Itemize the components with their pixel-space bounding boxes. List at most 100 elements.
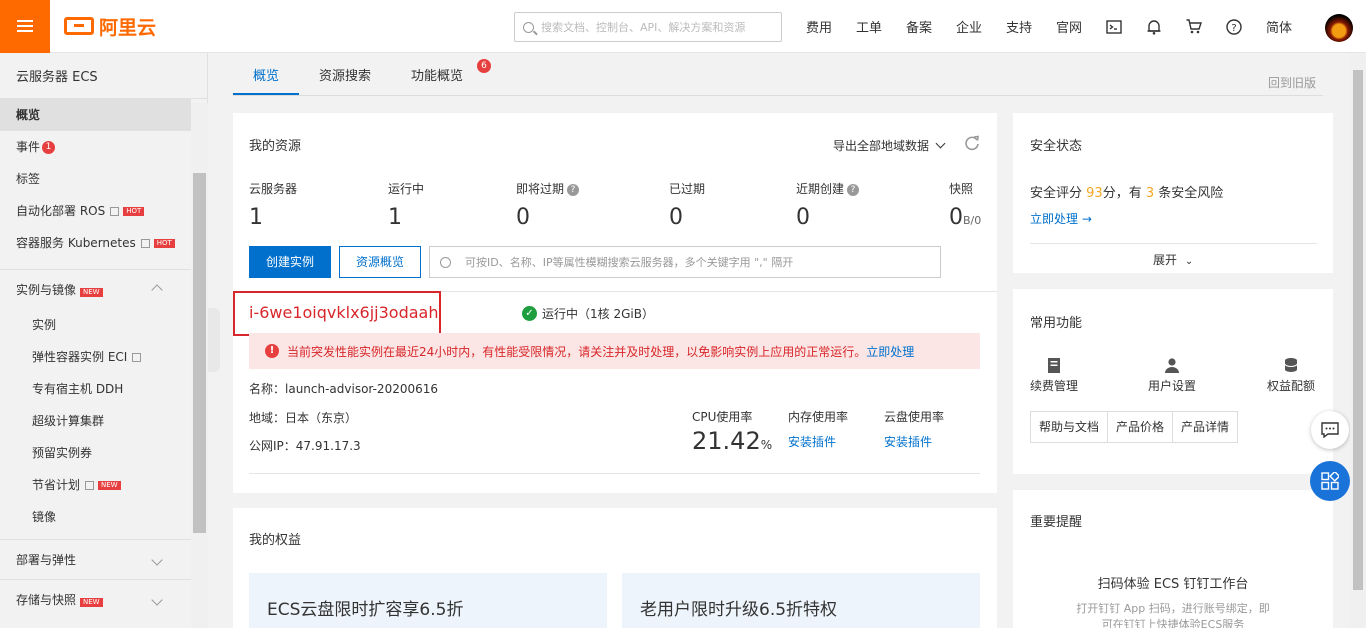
- stat-expired[interactable]: 已过期 0: [669, 180, 705, 230]
- refresh-icon[interactable]: [964, 135, 980, 154]
- events-count-badge: 1: [42, 140, 56, 154]
- sidebar-item-overview[interactable]: 概览: [0, 99, 191, 131]
- sidebar-item-ddh[interactable]: 专有宿主机 DDH: [0, 373, 191, 405]
- sidebar-item-instances[interactable]: 实例: [0, 309, 191, 341]
- feature-count-badge: 6: [477, 59, 492, 73]
- sidebar-item-eci[interactable]: 弹性容器实例 ECI: [0, 341, 191, 373]
- menu-icon[interactable]: [0, 0, 50, 53]
- renewal-management[interactable]: 续费管理: [1030, 357, 1078, 394]
- sidebar-scroll-thumb[interactable]: [193, 173, 206, 533]
- resources-title: 我的资源: [249, 139, 302, 154]
- sidebar-group-deploy[interactable]: 部署与弹性: [0, 539, 191, 579]
- external-link-icon: [132, 352, 142, 362]
- instance-id-link[interactable]: i-6we1oiqvklx6jj3odaah: [233, 291, 441, 336]
- nav-ticket[interactable]: 工单: [844, 17, 894, 36]
- security-action-link[interactable]: 立即处理 →: [1030, 210, 1092, 227]
- instance-public-ip: 公网IP：47.91.17.3: [249, 439, 361, 453]
- chat-icon: [1321, 422, 1339, 438]
- nav-official-site[interactable]: 官网: [1044, 17, 1094, 36]
- external-link-icon: [85, 480, 95, 490]
- stat-running[interactable]: 运行中 1: [388, 180, 424, 230]
- sidebar-item-reserved[interactable]: 预留实例券: [0, 437, 191, 469]
- create-instance-button[interactable]: 创建实例: [249, 246, 331, 278]
- stat-recent[interactable]: 近期创建? 0: [796, 180, 860, 230]
- help-icon[interactable]: ?: [1214, 18, 1254, 35]
- divider: [1030, 243, 1317, 244]
- sidebar-item-savings-plan[interactable]: 节省计划 NEW: [0, 469, 191, 501]
- pricing-button[interactable]: 产品价格: [1108, 411, 1174, 443]
- sidebar-group-storage[interactable]: 存储与快照 NEW: [0, 579, 191, 619]
- new-tag: NEW: [80, 597, 103, 607]
- instance-region: 地域：日本（东京）: [249, 411, 358, 425]
- common-buttons: 帮助与文档 产品价格 产品详情: [1030, 411, 1239, 443]
- stat-snapshot[interactable]: 快照 0B/0: [949, 180, 981, 230]
- search-icon: [523, 21, 534, 33]
- alert-action-link[interactable]: 立即处理: [866, 343, 914, 360]
- benefits-title: 我的权益: [249, 533, 302, 548]
- divider: [249, 473, 980, 474]
- user-icon: [1148, 357, 1196, 377]
- logo-mark-icon: [64, 17, 94, 35]
- page-tabs: 概览 资源搜索 功能概览 6: [233, 58, 1323, 96]
- top-nav: 费用 工单 备案 企业 支持 官网 ? 简体: [794, 0, 1304, 53]
- apps-grid-icon: [1321, 472, 1339, 490]
- instance-search-input[interactable]: 可按ID、名称、IP等属性模糊搜索云服务器，多个关键字用 "," 隔开: [429, 246, 941, 278]
- memory-install-plugin-link[interactable]: 安装插件: [788, 433, 836, 450]
- nav-billing[interactable]: 费用: [794, 17, 844, 36]
- tab-feature-overview[interactable]: 功能概览 6: [391, 58, 493, 95]
- hot-tag: HOT: [123, 206, 145, 216]
- product-details-button[interactable]: 产品详情: [1173, 411, 1239, 443]
- user-settings[interactable]: 用户设置: [1148, 357, 1196, 394]
- sidebar-item-tags[interactable]: 标签: [0, 163, 191, 195]
- help-icon[interactable]: ?: [567, 183, 580, 196]
- help-docs-button[interactable]: 帮助与文档: [1030, 411, 1109, 443]
- stat-ecs[interactable]: 云服务器 1: [249, 180, 297, 230]
- tab-resource-search[interactable]: 资源搜索: [299, 58, 391, 95]
- global-search-input[interactable]: 搜索文档、控制台、API、解决方案和资源: [514, 12, 782, 42]
- benefit-disk-discount[interactable]: ECS云盘限时扩容享6.5折: [249, 573, 607, 628]
- quota-settings[interactable]: 权益配额: [1267, 357, 1315, 394]
- instance-status: ✓ 运行中（1核 2GiB）: [522, 305, 654, 322]
- cpu-usage-value: 21.42%: [692, 427, 773, 455]
- nav-enterprise[interactable]: 企业: [944, 17, 994, 36]
- main-scroll-thumb[interactable]: [1353, 70, 1363, 590]
- nav-icp[interactable]: 备案: [894, 17, 944, 36]
- security-score: 安全评分 93分，有 3 条安全风险: [1030, 186, 1224, 201]
- external-link-icon: [110, 206, 120, 216]
- dingtalk-desc-line2: 可在钉钉上快捷体验ECS服务: [1101, 618, 1245, 628]
- disk-install-plugin-link[interactable]: 安装插件: [884, 433, 932, 450]
- export-all-regions[interactable]: 导出全部地域数据: [833, 137, 946, 154]
- security-card: 安全状态 安全评分 93分，有 3 条安全风险 立即处理 → 展开 ⌄: [1013, 113, 1333, 273]
- benefit-upgrade-discount[interactable]: 老用户限时升级6.5折特权: [622, 573, 980, 628]
- sidebar-item-images[interactable]: 镜像: [0, 501, 191, 533]
- sidebar-item-supercomputing[interactable]: 超级计算集群: [0, 405, 191, 437]
- tab-overview[interactable]: 概览: [233, 58, 300, 95]
- disk-usage-label: 云盘使用率: [884, 410, 945, 424]
- aliyun-logo[interactable]: 阿里云: [64, 13, 156, 40]
- sidebar-item-kubernetes[interactable]: 容器服务 Kubernetes HOT: [0, 227, 191, 259]
- chat-float-button[interactable]: [1311, 411, 1349, 449]
- instance-name: 名称：launch-advisor-20200616: [249, 382, 439, 396]
- terminal-icon[interactable]: [1094, 19, 1134, 34]
- bell-icon[interactable]: [1134, 19, 1174, 35]
- expand-button[interactable]: 展开 ⌄: [1153, 251, 1193, 268]
- reminder-title: 重要提醒: [1030, 515, 1083, 530]
- help-icon[interactable]: ?: [847, 183, 860, 196]
- sidebar-item-events[interactable]: 事件 1: [0, 131, 191, 163]
- renew-icon: [1030, 357, 1078, 377]
- sidebar-collapse-handle[interactable]: [208, 308, 220, 372]
- back-to-old-version-link[interactable]: 回到旧版: [1268, 74, 1316, 91]
- apps-float-button[interactable]: [1310, 461, 1350, 501]
- reminder-card: 重要提醒 扫码体验 ECS 钉钉工作台 打开钉钉 App 扫码，进行账号绑定，即…: [1013, 490, 1333, 628]
- hot-tag: HOT: [153, 238, 175, 248]
- resource-overview-button[interactable]: 资源概览: [339, 246, 421, 278]
- stat-expiring[interactable]: 即将过期? 0: [516, 180, 580, 230]
- cart-icon[interactable]: [1174, 19, 1214, 34]
- nav-support[interactable]: 支持: [994, 17, 1044, 36]
- language-switch[interactable]: 简体: [1254, 17, 1304, 36]
- avatar[interactable]: [1325, 14, 1353, 42]
- sidebar-item-ros[interactable]: 自动化部署 ROS HOT: [0, 195, 191, 227]
- sidebar-group-instances[interactable]: 实例与镜像 NEW: [0, 269, 191, 309]
- security-title: 安全状态: [1030, 139, 1083, 154]
- sidebar-title: 云服务器 ECS: [0, 53, 207, 99]
